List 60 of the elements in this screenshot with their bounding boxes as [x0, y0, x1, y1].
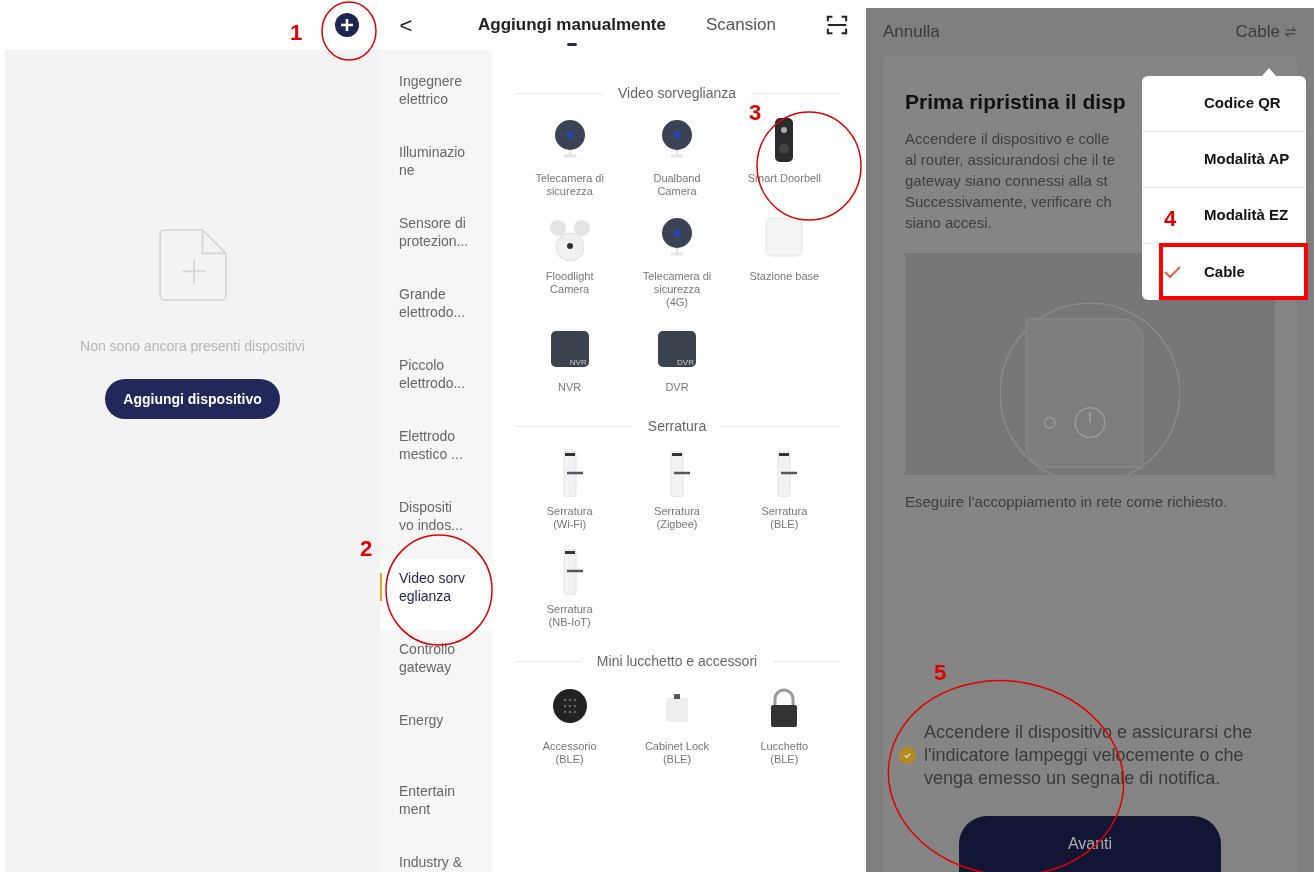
category-item[interactable]: Controllo gateway — [380, 630, 492, 701]
tab[interactable]: Scansion — [705, 0, 776, 50]
menu-item[interactable]: Codice QR — [1142, 76, 1306, 132]
device-label[interactable]: Floodlight Camera — [545, 270, 594, 296]
check-icon — [903, 751, 912, 760]
instruction-line: al router, assicurandosi che il te — [905, 149, 1116, 170]
section-title: Mini lucchetto e accessori — [596, 652, 758, 671]
device-label[interactable]: Telecamera di sicurezza — [535, 172, 604, 198]
device-label[interactable]: Telecamera di sicurezza (4G) — [642, 270, 712, 309]
back-button[interactable]: < — [396, 8, 416, 42]
help-link[interactable]: Eseguire l'accoppiamento in rete come richiesto. — [905, 490, 1228, 513]
device-label[interactable]: Serratura (NB-IoT) — [546, 603, 593, 629]
box-label: NVR — [569, 359, 587, 367]
empty-message: Non sono ancora presenti dispositivi — [80, 337, 305, 356]
device-label[interactable]: NVR — [558, 381, 582, 394]
section-title: Serratura — [647, 417, 707, 436]
add-icon[interactable] — [335, 13, 359, 37]
section-title: Video sorveglianza — [618, 84, 737, 103]
device-label[interactable]: Serratura (Wi-Fi) — [546, 505, 593, 531]
menu-item[interactable]: Modalità AP — [1142, 132, 1306, 188]
annotation-number: 2 — [360, 538, 373, 560]
category-item[interactable]: Dispositi vo indos... — [380, 488, 492, 559]
instruction-line: Accendere il dispositivo e colle — [905, 128, 1110, 149]
category-item[interactable]: Video sorv eglianza — [380, 559, 492, 630]
tab[interactable]: Aggiungi manualmente — [478, 0, 666, 50]
category-item[interactable]: Elettrodo mestico ... — [380, 417, 492, 488]
mode-button[interactable]: Cable — [1235, 19, 1297, 45]
annotation-number: 5 — [934, 662, 947, 684]
category-item[interactable]: Illuminazio ne — [380, 133, 492, 204]
instruction-line: gateway siano connessi alla st — [905, 170, 1108, 191]
scan-icon[interactable] — [826, 14, 848, 36]
cancel-button[interactable]: Annulla — [883, 19, 940, 45]
add-device-button[interactable]: Aggiungi dispositivo — [105, 379, 280, 419]
menu-item[interactable]: Cable — [1142, 244, 1306, 300]
device-label[interactable]: DVR — [665, 381, 689, 394]
annotation-number: 4 — [1164, 208, 1177, 230]
device-label[interactable]: Stazione base — [749, 270, 820, 283]
swap-icon — [1284, 26, 1297, 38]
category-item[interactable]: Sensore di protezion... — [380, 204, 492, 275]
device-label[interactable]: Dualband Camera — [653, 172, 701, 198]
category-item[interactable]: Entertain ment — [380, 772, 492, 843]
device-label[interactable]: Lucchetto (BLE) — [760, 740, 809, 766]
category-item[interactable]: Piccolo elettrodo... — [380, 346, 492, 417]
card-title: Prima ripristina il disp — [905, 89, 1126, 115]
category-item[interactable]: Energy — [380, 701, 492, 772]
annotation-number: 1 — [290, 22, 303, 44]
category-item[interactable]: Ingegnere elettrico — [380, 62, 492, 133]
annotation-number: 3 — [749, 102, 762, 124]
instruction-line: siano accesi. — [905, 212, 992, 233]
instruction-line: Successivamente, verificare ch — [905, 191, 1112, 212]
device-label[interactable]: Serratura (BLE) — [761, 505, 808, 531]
device-label[interactable]: Cabinet Lock (BLE) — [644, 740, 710, 766]
category-item[interactable]: Grande elettrodo... — [380, 275, 492, 346]
confirm-checkbox[interactable] — [899, 747, 916, 764]
annotation-mark — [321, 1, 377, 61]
category-item[interactable]: Industry & — [380, 843, 492, 872]
device-label[interactable]: Serratura (Zigbee) — [654, 505, 700, 531]
device-label[interactable]: Accessorio (BLE) — [542, 740, 597, 766]
check-icon — [1164, 265, 1182, 279]
box-label: DVR — [677, 359, 694, 367]
